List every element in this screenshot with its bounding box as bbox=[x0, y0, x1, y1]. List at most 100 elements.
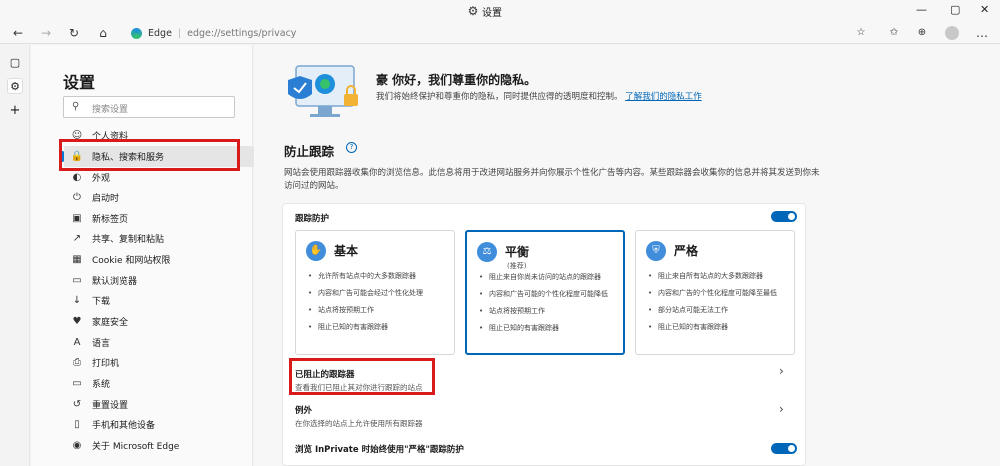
highlight-box-privacy bbox=[59, 139, 240, 171]
option-bullet: 内容和广告可能会经过个性化处理 bbox=[308, 288, 450, 298]
sidebar-item[interactable]: ▯ 手机和其他设备 bbox=[64, 414, 254, 435]
option-bullet: 允许所有站点中的大多数跟踪器 bbox=[308, 271, 450, 281]
sidebar-item-label: 家庭安全 bbox=[92, 318, 129, 328]
sidebar-item-label: Cookie 和网站权限 bbox=[92, 256, 171, 266]
tab-actions-icon[interactable]: ▢ bbox=[7, 55, 23, 71]
sidebar-item[interactable]: ⏻ 启动时 bbox=[64, 187, 254, 208]
sidebar-item-label: 系统 bbox=[92, 380, 111, 390]
sidebar-item[interactable]: ♥ 家庭安全 bbox=[64, 311, 254, 332]
option-bullet: 站点将按预期工作 bbox=[308, 305, 450, 315]
tracking-card: 跟踪防护 ✋ 基本允许所有站点中的大多数跟踪器内容和广告可能会经过个性化处理站点将… bbox=[282, 203, 806, 466]
option-bullet: 阻止已知的有害跟踪器 bbox=[308, 322, 450, 332]
option-name: 平衡 bbox=[505, 245, 530, 259]
browser-icon: ▭ bbox=[72, 275, 82, 286]
inprivate-label: 浏览 InPrivate 时始终使用"严格"跟踪防护 bbox=[295, 445, 464, 455]
printer-icon: ⎙ bbox=[73, 357, 81, 368]
sidebar-item-label: 手机和其他设备 bbox=[92, 421, 156, 431]
hand-icon: ✋ bbox=[306, 241, 326, 261]
vertical-tab-rail: ▢ ⚙ + bbox=[0, 45, 30, 466]
search-input[interactable]: ⚲ 搜索设置 bbox=[63, 96, 235, 118]
sidebar-item-label: 重置设置 bbox=[92, 401, 129, 411]
sidebar-item-label: 打印机 bbox=[92, 359, 120, 369]
maximize-button[interactable]: ▢ bbox=[950, 3, 960, 16]
sidebar-item[interactable]: ↺ 重置设置 bbox=[64, 394, 254, 415]
privacy-learn-more-link[interactable]: 了解我们的隐私工作 bbox=[625, 92, 702, 102]
chevron-right-icon[interactable]: › bbox=[779, 364, 784, 378]
edge-icon: ◉ bbox=[72, 440, 82, 451]
option-bullet: 部分站点可能无法工作 bbox=[648, 305, 790, 315]
sidebar-item[interactable]: A 语言 bbox=[64, 332, 254, 353]
sidebar-item[interactable]: ▦ Cookie 和网站权限 bbox=[64, 249, 254, 270]
sidebar-item-label: 关于 Microsoft Edge bbox=[92, 442, 180, 452]
tracking-option-card[interactable]: ✋ 基本允许所有站点中的大多数跟踪器内容和广告可能会经过个性化处理站点将按预期工作… bbox=[295, 230, 455, 355]
favorites-add-icon[interactable]: ☆ bbox=[853, 25, 869, 41]
exceptions-desc: 在你选择的站点上允许使用所有跟踪器 bbox=[295, 419, 423, 428]
hero-description: 我们将始终保护和尊重你的隐私，同时提供应得的透明度和控制。 了解我们的隐私工作 bbox=[376, 91, 716, 103]
more-icon[interactable]: … bbox=[974, 25, 990, 41]
sidebar-item-label: 共享、复制和粘贴 bbox=[92, 235, 165, 245]
sidebar-item[interactable]: ◉ 关于 Microsoft Edge bbox=[64, 435, 254, 456]
option-bullets: 允许所有站点中的大多数跟踪器内容和广告可能会经过个性化处理站点将按预期工作阻止已… bbox=[308, 271, 450, 339]
option-bullet: 阻止来自你尚未访问的站点的跟踪器 bbox=[479, 272, 621, 282]
tracking-option-card[interactable]: ⚖ 平衡 (推荐) 阻止来自你尚未访问的站点的跟踪器内容和广告可能的个性化程度可能降低… bbox=[465, 230, 625, 355]
add-icon[interactable]: + bbox=[7, 103, 23, 119]
sidebar-item-label: 新标签页 bbox=[92, 215, 129, 225]
help-icon[interactable]: ? bbox=[346, 142, 357, 153]
share-icon: ↗ bbox=[72, 233, 82, 244]
shield-icon: ⛨ bbox=[646, 241, 666, 261]
sidebar-item[interactable]: ▭ 默认浏览器 bbox=[64, 270, 254, 291]
option-bullet: 内容和广告的个性化程度可能降至最低 bbox=[648, 288, 790, 298]
minimize-button[interactable]: — bbox=[916, 3, 927, 16]
hero-text: 我们将始终保护和尊重你的隐私，同时提供应得的透明度和控制。 bbox=[376, 92, 623, 102]
title-bar: ⚙ 设置 — ▢ ✕ bbox=[0, 0, 1000, 22]
home-button[interactable]: ⌂ bbox=[95, 25, 111, 41]
scale-icon: ⚖ bbox=[477, 242, 497, 262]
address-bar[interactable]: Edge | edge://settings/privacy bbox=[119, 23, 879, 43]
family-icon: ♥ bbox=[72, 316, 82, 327]
edge-icon bbox=[131, 27, 142, 39]
forward-button[interactable]: → bbox=[38, 25, 54, 41]
sidebar-item-label: 启动时 bbox=[92, 194, 120, 204]
refresh-button[interactable]: ↻ bbox=[66, 25, 82, 41]
sidebar-item[interactable]: ⎙ 打印机 bbox=[64, 352, 254, 373]
sidebar-item[interactable]: ▭ 系统 bbox=[64, 373, 254, 394]
download-icon: ↓ bbox=[72, 295, 82, 306]
settings-sidebar: 设置 ⚲ 搜索设置 ☺ 个人资料 🔒 隐私、搜索和服务 ◐ 外观 ⏻ 启动时 ▣ 新标签页 ↗ 共享、… bbox=[31, 45, 254, 466]
close-button[interactable]: ✕ bbox=[980, 3, 989, 16]
sidebar-item-label: 外观 bbox=[92, 174, 111, 184]
option-bullets: 阻止来自所有站点的大多数跟踪器内容和广告的个性化程度可能降至最低部分站点可能无法… bbox=[648, 271, 790, 339]
search-placeholder: 搜索设置 bbox=[92, 105, 129, 115]
language-icon: A bbox=[73, 337, 81, 348]
main-content: 豪 你好，我们尊重你的隐私。 我们将始终保护和尊重你的隐私，同时提供应得的透明度… bbox=[254, 45, 1000, 466]
sidebar-item[interactable]: ↗ 共享、复制和粘贴 bbox=[64, 228, 254, 249]
gear-icon: ⚙ bbox=[467, 4, 479, 18]
power-icon: ⏻ bbox=[73, 192, 81, 203]
sidebar-item-label: 下载 bbox=[92, 297, 111, 307]
sidebar-item-label: 默认浏览器 bbox=[92, 277, 138, 287]
window-title: 设置 bbox=[482, 8, 502, 19]
tracking-toggle-label: 跟踪防护 bbox=[295, 214, 330, 224]
profile-icon[interactable] bbox=[945, 26, 959, 40]
option-bullet: 阻止已知的有害跟踪器 bbox=[479, 323, 621, 333]
favorites-icon[interactable]: ✩ bbox=[886, 25, 902, 41]
back-button[interactable]: ← bbox=[10, 25, 26, 41]
phone-icon: ▯ bbox=[74, 419, 80, 430]
sidebar-item[interactable]: ↓ 下载 bbox=[64, 290, 254, 311]
settings-icon[interactable]: ⚙ bbox=[7, 78, 23, 94]
collections-icon[interactable]: ⊕ bbox=[914, 25, 930, 41]
tracking-option-card[interactable]: ⛨ 严格阻止来自所有站点的大多数跟踪器内容和广告的个性化程度可能降至最低部分站点可… bbox=[635, 230, 795, 355]
option-name: 严格 bbox=[674, 244, 699, 258]
tracking-toggle[interactable] bbox=[771, 211, 797, 222]
browser-toolbar: ← → ↻ ⌂ Edge | edge://settings/privacy ☆… bbox=[0, 22, 1000, 44]
option-bullets: 阻止来自你尚未访问的站点的跟踪器内容和广告可能的个性化程度可能降低站点将按预期工… bbox=[479, 272, 621, 340]
cookie-icon: ▦ bbox=[72, 254, 82, 265]
option-bullet: 阻止来自所有站点的大多数跟踪器 bbox=[648, 271, 790, 281]
option-bullet: 内容和广告可能的个性化程度可能降低 bbox=[479, 289, 621, 299]
chevron-right-icon[interactable]: › bbox=[779, 402, 784, 416]
sidebar-item[interactable]: ▣ 新标签页 bbox=[64, 208, 254, 229]
site-label: Edge bbox=[148, 27, 172, 39]
option-name: 基本 bbox=[334, 244, 359, 258]
privacy-illustration bbox=[288, 65, 358, 117]
inprivate-toggle[interactable] bbox=[771, 443, 797, 454]
exceptions-label[interactable]: 例外 bbox=[295, 404, 312, 416]
